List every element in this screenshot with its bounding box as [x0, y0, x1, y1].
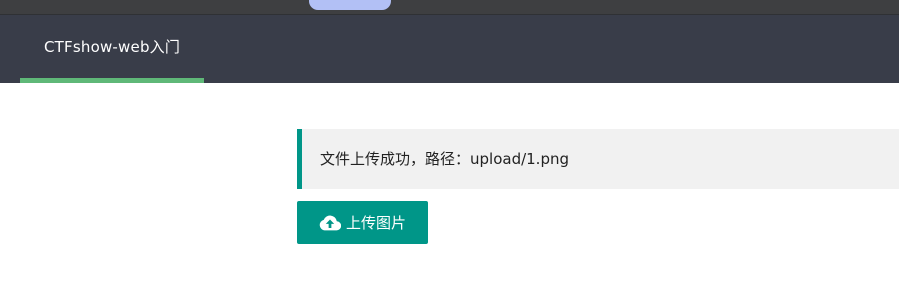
top-pill-decoration	[309, 0, 391, 10]
notice-message: 文件上传成功，路径：upload/1.png	[320, 150, 570, 168]
nav-tab-label: CTFshow-web入门	[44, 38, 181, 56]
active-tab-indicator	[20, 78, 204, 83]
upload-button-label: 上传图片	[345, 214, 406, 232]
upload-success-notice: 文件上传成功，路径：upload/1.png	[297, 129, 899, 189]
top-navigation: CTFshow-web入门	[0, 15, 899, 83]
nav-tab-ctfshow-web-intro[interactable]: CTFshow-web入门	[20, 15, 204, 83]
browser-top-strip	[0, 0, 899, 15]
upload-image-button[interactable]: 上传图片	[297, 201, 428, 244]
cloud-upload-icon	[319, 215, 341, 230]
